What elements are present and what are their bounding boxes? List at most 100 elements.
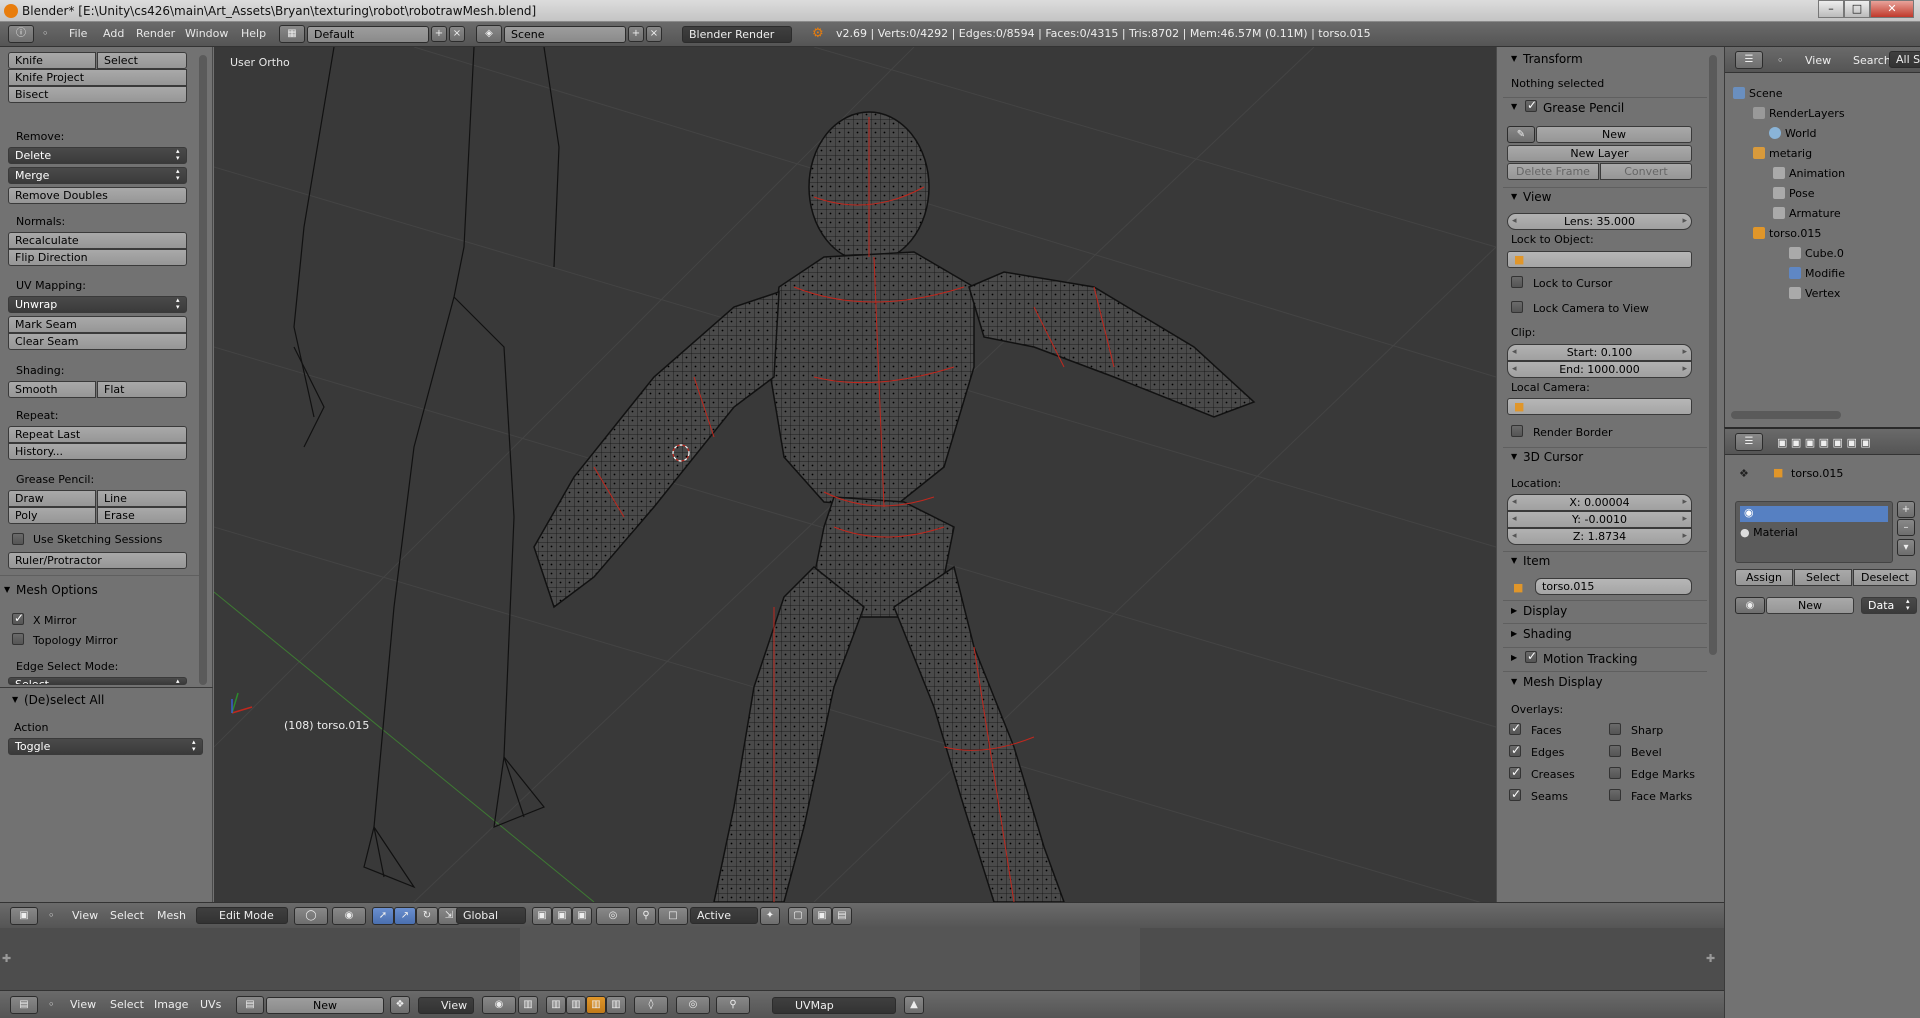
faces-checkbox[interactable] (1509, 721, 1521, 735)
cursor-x-field[interactable]: X: 0.00004 (1507, 494, 1692, 511)
scene-name-field[interactable]: Scene (504, 26, 626, 43)
mode-select[interactable]: Edit Mode (196, 907, 288, 924)
deselect-button[interactable]: Deselect (1853, 569, 1917, 586)
view-panel-header[interactable]: View (1509, 187, 1551, 207)
cursor-y-field[interactable]: Y: -0.0010 (1507, 511, 1692, 528)
tree-item-cube[interactable]: Cube.0 (1789, 247, 1844, 260)
ruler-protractor-button[interactable]: Ruler/Protractor (8, 552, 187, 569)
gp-erase-button[interactable]: Erase (97, 507, 187, 524)
tree-item-modifiers[interactable]: Modifie (1789, 267, 1845, 280)
delete-frame-button[interactable]: Delete Frame (1507, 163, 1599, 180)
viewport-editor-type-icon[interactable]: ▣ (10, 907, 38, 925)
clip-end-field[interactable]: End: 1000.000 (1507, 361, 1692, 378)
select-button[interactable]: Select (97, 52, 187, 69)
lock-to-cursor-checkbox[interactable] (1511, 276, 1523, 288)
add-screen-button[interactable]: + (431, 26, 447, 42)
add-scene-button[interactable]: + (628, 26, 644, 42)
snap-toggle-icon[interactable]: ⚲ (636, 907, 656, 925)
tree-item-animation[interactable]: Animation (1773, 167, 1845, 180)
gp-new-button[interactable]: New (1536, 126, 1692, 143)
snap-settings-icon[interactable]: ✦ (760, 907, 780, 925)
snap-icon[interactable]: ⚲ (716, 996, 750, 1014)
viewport-view-menu[interactable]: View (72, 909, 98, 922)
screen-name-field[interactable]: Default (307, 26, 429, 43)
item-panel-header[interactable]: Item (1509, 551, 1550, 571)
recalculate-button[interactable]: Recalculate (8, 232, 187, 249)
deselect-all-operator-header[interactable]: (De)select All (10, 690, 104, 710)
transform-orientation-select[interactable]: Global (456, 907, 526, 924)
edge-select-icon[interactable]: ▥ (566, 996, 586, 1014)
face-marks-checkbox[interactable] (1609, 789, 1621, 801)
collapse-menu-icon[interactable]: ◦ (42, 27, 49, 40)
island-select-icon[interactable]: ▥ (606, 996, 626, 1014)
minimize-button[interactable]: – (1818, 0, 1844, 18)
vertex-select-icon[interactable]: ▥ (546, 996, 566, 1014)
add-slot-button[interactable]: + (1897, 501, 1915, 518)
display-mode-select[interactable]: All Sc (1889, 51, 1920, 68)
flip-direction-button[interactable]: Flip Direction (8, 249, 187, 266)
pivot-point-icon[interactable]: ◉ (332, 907, 366, 925)
scroll-left-icon[interactable]: ✚ (2, 952, 11, 965)
uv-mode-select[interactable]: View (418, 997, 474, 1014)
outliner-editor-type-icon[interactable]: ☰ (1735, 51, 1763, 69)
browse-material-icon[interactable]: ◉ (1735, 597, 1765, 614)
uv-view-menu[interactable]: View (70, 998, 96, 1011)
new-layer-button[interactable]: New Layer (1507, 145, 1692, 162)
item-name-field[interactable]: torso.015 (1535, 578, 1692, 595)
uv-image-menu[interactable]: Image (154, 998, 188, 1011)
3d-cursor-panel-header[interactable]: 3D Cursor (1509, 447, 1583, 467)
link-data-select[interactable]: Data (1861, 597, 1917, 614)
proportional-editing-icon[interactable]: ◎ (596, 907, 630, 925)
grease-pencil-panel-header[interactable] (1509, 97, 1523, 117)
unwrap-menu[interactable]: Unwrap (8, 296, 187, 313)
material-slot-list[interactable]: ◉ ● Material (1735, 501, 1893, 563)
remove-slot-button[interactable]: – (1897, 519, 1915, 536)
maximize-button[interactable]: □ (1844, 0, 1870, 18)
viewport-select-menu[interactable]: Select (110, 909, 144, 922)
tree-item-armature[interactable]: Armature (1773, 207, 1841, 220)
mesh-options-panel-header[interactable]: Mesh Options (2, 580, 98, 600)
tree-item-scene[interactable]: Scene (1733, 87, 1783, 100)
tree-item-metarig[interactable]: metarig (1753, 147, 1812, 160)
menu-window[interactable]: Window (185, 27, 228, 40)
sticky-select-icon[interactable]: ▥ (518, 996, 538, 1014)
repeat-last-button[interactable]: Repeat Last (8, 426, 187, 443)
edge-select-mode-select[interactable]: Select (8, 677, 187, 685)
opengl-render-icon[interactable]: ▢ (788, 907, 808, 925)
mark-seam-button[interactable]: Mark Seam (8, 316, 187, 333)
knife-button[interactable]: Knife (8, 52, 96, 69)
collapse-menu-icon[interactable]: ◦ (1777, 54, 1784, 67)
snap-element-icon[interactable]: □ (658, 907, 688, 925)
bisect-button[interactable]: Bisect (8, 86, 187, 103)
history-button[interactable]: History... (8, 443, 187, 460)
shading-panel-header[interactable]: Shading (1509, 624, 1572, 644)
screen-layout-icon[interactable]: ▦ (279, 25, 305, 43)
uv-uvs-menu[interactable]: UVs (200, 998, 221, 1011)
bevel-checkbox[interactable] (1609, 745, 1621, 757)
close-button[interactable]: ✕ (1870, 0, 1914, 18)
grease-pencil-checkbox[interactable] (1525, 98, 1537, 112)
viewport-shading-icon[interactable]: ◯ (294, 907, 328, 925)
timeline-area[interactable]: ✚ ✚ (0, 928, 1724, 990)
layer-icon[interactable]: ▣ (532, 907, 552, 925)
menu-render[interactable]: Render (136, 27, 175, 40)
uvmap-select[interactable]: UVMap (772, 997, 896, 1014)
use-sketching-checkbox[interactable] (12, 533, 24, 545)
remove-scene-button[interactable]: × (646, 26, 662, 42)
properties-scrollbar[interactable] (1709, 55, 1717, 655)
slot-specials-button[interactable]: ▾ (1897, 539, 1915, 556)
display-panel-header[interactable]: Display (1509, 601, 1567, 621)
lens-field[interactable]: Lens: 35.000 (1507, 213, 1692, 230)
editor-type-info-icon[interactable]: ⓘ (8, 25, 34, 43)
outliner-search-menu[interactable]: Search (1853, 54, 1891, 67)
clip-start-field[interactable]: Start: 0.100 (1507, 344, 1692, 361)
motion-tracking-checkbox[interactable] (1525, 649, 1537, 663)
render-border-checkbox[interactable] (1511, 425, 1523, 437)
scene-icon[interactable]: ◈ (476, 25, 502, 43)
gp-line-button[interactable]: Line (97, 490, 187, 507)
tree-item-vertex-groups[interactable]: Vertex (1789, 287, 1840, 300)
tool-shelf-scrollbar[interactable] (199, 55, 207, 685)
uv-sync-icon[interactable]: ◊ (634, 996, 668, 1014)
gp-draw-button[interactable]: Draw (8, 490, 96, 507)
layer-icon[interactable]: ▣ (552, 907, 572, 925)
